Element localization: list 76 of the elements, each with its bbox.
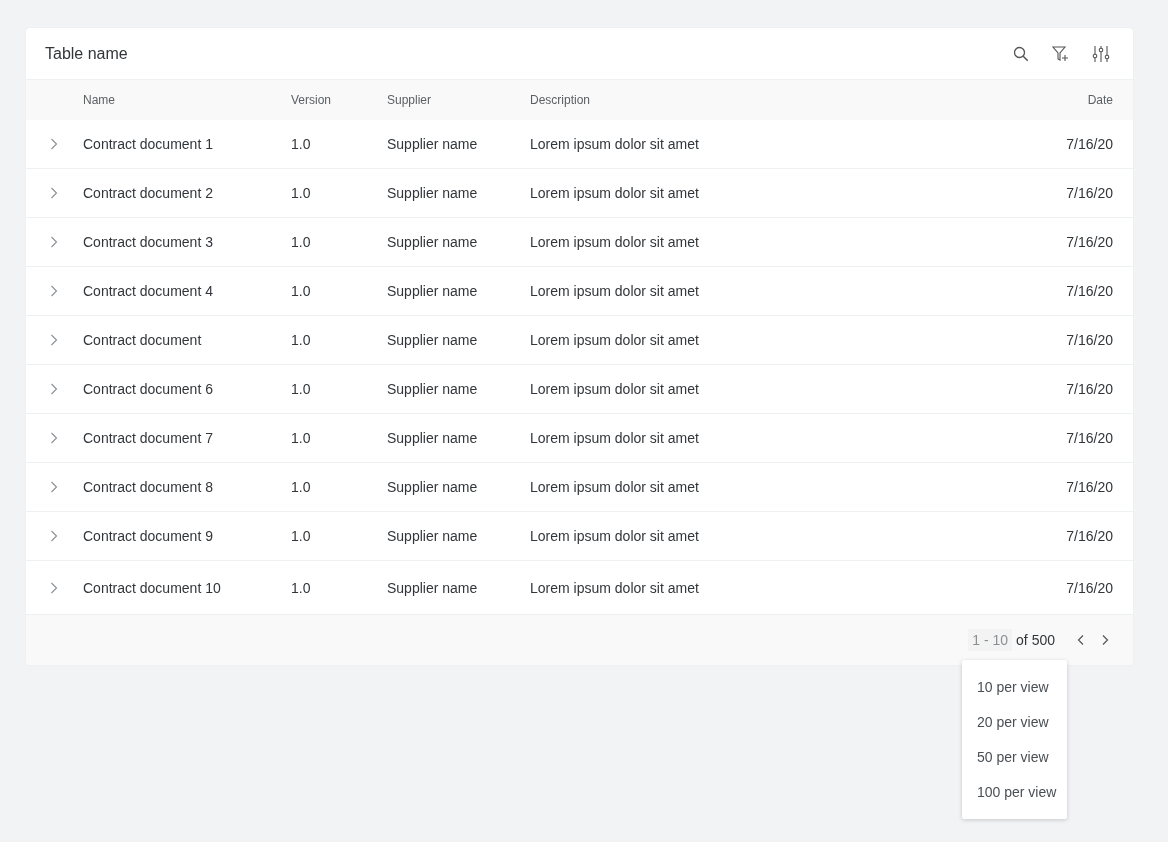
table-cell-text: 1.0 — [291, 283, 312, 299]
table-cell-text: Lorem ipsum dolor sit amet — [530, 381, 700, 397]
table-cell-text: 7/16/20 — [1065, 528, 1114, 544]
menu-item[interactable]: 50 per view — [962, 739, 1067, 774]
column-header[interactable]: Name — [83, 93, 291, 107]
table-cell-text: Lorem ipsum dolor sit amet — [530, 430, 700, 446]
menu-item[interactable]: 100 per view — [962, 774, 1067, 809]
table-cell-text: Contract document 9 — [83, 528, 214, 544]
table-cell-text: 1.0 — [291, 136, 312, 152]
chevron-right-icon[interactable] — [50, 530, 58, 542]
search-icon — [1013, 45, 1029, 62]
table-cell-text: Lorem ipsum dolor sit amet — [530, 579, 700, 596]
chevron-right-icon[interactable] — [50, 481, 58, 493]
table-cell-text: Supplier name — [387, 430, 479, 446]
table-cell-text: Supplier name — [387, 479, 479, 495]
chevron-left-icon — [1077, 634, 1085, 646]
table-cell-text: 7/16/20 — [1065, 381, 1114, 397]
filter-plus-icon — [1052, 44, 1070, 63]
chevron-right-icon[interactable] — [50, 432, 58, 444]
table-cell-text: Lorem ipsum dolor sit amet — [530, 136, 700, 152]
total-count: of 500 — [1016, 632, 1055, 648]
chevron-right-icon[interactable] — [50, 285, 58, 297]
menu-item[interactable]: 10 per view — [962, 669, 1067, 704]
table-cell-text: Contract document — [83, 332, 203, 348]
table-cell-text: Supplier name — [387, 234, 479, 250]
chevron-right-icon[interactable] — [50, 138, 58, 150]
column-header[interactable]: Supplier — [387, 93, 530, 107]
column-header[interactable]: Description — [530, 93, 1003, 107]
table-cell-text: Contract document 10 — [83, 579, 222, 596]
table-cell-text: Contract document 7 — [83, 430, 214, 446]
table-cell-text: 7/16/20 — [1065, 332, 1114, 348]
table-cell-text: 1.0 — [291, 579, 312, 596]
table-cell-text: Supplier name — [387, 332, 479, 348]
table-cell-text: Contract document 6 — [83, 381, 214, 397]
table-cell-text: Lorem ipsum dolor sit amet — [530, 283, 700, 299]
table-cell-text: 7/16/20 — [1065, 283, 1114, 299]
table-cell-text: 7/16/20 — [1065, 579, 1114, 596]
table-cell-text: 7/16/20 — [1065, 234, 1114, 250]
table-cell-text: Contract document 4 — [83, 283, 214, 299]
table-cell-text: Supplier name — [387, 185, 479, 201]
table-cell-text: 7/16/20 — [1065, 479, 1114, 495]
chevron-right-icon[interactable] — [50, 581, 58, 594]
column-header[interactable]: Date — [1003, 93, 1133, 107]
chevron-right-icon[interactable] — [50, 236, 58, 248]
table-cell-text: 1.0 — [291, 381, 312, 397]
menu-item[interactable]: 20 per view — [962, 704, 1067, 739]
table-title: Table name — [45, 44, 129, 63]
table-cell-text: Lorem ipsum dolor sit amet — [530, 332, 700, 348]
chevron-right-icon[interactable] — [50, 187, 58, 199]
table-cell-text: Supplier name — [387, 136, 479, 152]
table-cell-text: Contract document 1 — [83, 136, 214, 152]
table-cell-text: Contract document 2 — [83, 185, 214, 201]
table-cell-text: 7/16/20 — [1065, 136, 1114, 152]
table-cell-text: Contract document 8 — [83, 479, 214, 495]
table-cell-text: 1.0 — [291, 528, 312, 544]
table-cell-text: Supplier name — [387, 579, 479, 596]
table-cell-text: Supplier name — [387, 283, 479, 299]
table-cell-text: 1.0 — [291, 430, 312, 446]
table-cell-text: 1.0 — [291, 479, 312, 495]
table-cell-text: Supplier name — [387, 528, 479, 544]
chevron-right-icon[interactable] — [50, 334, 58, 346]
column-header[interactable]: Version — [291, 93, 387, 107]
table-cell-text: 1.0 — [291, 234, 312, 250]
table-cell-text: Lorem ipsum dolor sit amet — [530, 528, 700, 544]
table-cell-text: 7/16/20 — [1065, 430, 1114, 446]
table-cell-text: Contract document 3 — [83, 234, 214, 250]
chevron-right-icon[interactable] — [50, 383, 58, 395]
sliders-icon — [1092, 44, 1110, 63]
table-cell-text: 7/16/20 — [1065, 185, 1114, 201]
table-cell-text: Lorem ipsum dolor sit amet — [530, 479, 700, 495]
table-cell-text: 1.0 — [291, 185, 312, 201]
table-cell-text: Supplier name — [387, 381, 479, 397]
table-cell-text: 1.0 — [291, 332, 312, 348]
chevron-right-icon — [1101, 634, 1109, 646]
table-cell-text: Lorem ipsum dolor sit amet — [530, 234, 700, 250]
table-cell-text: Lorem ipsum dolor sit amet — [530, 185, 700, 201]
